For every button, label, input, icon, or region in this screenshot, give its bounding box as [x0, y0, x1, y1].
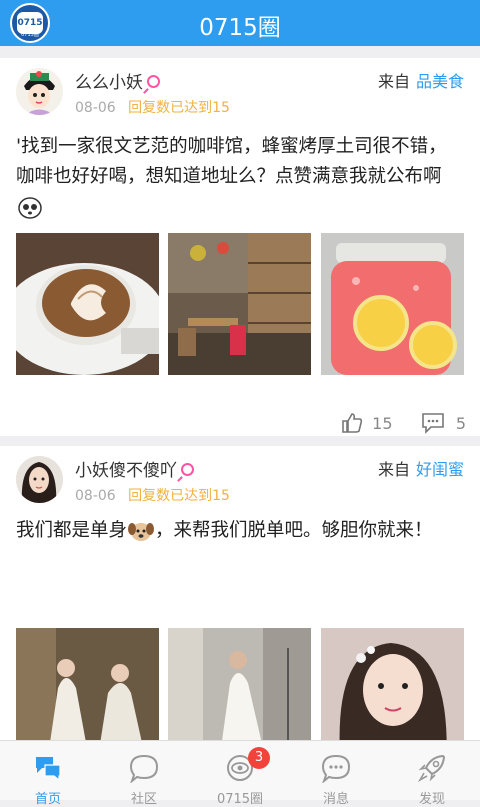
post-content: 我们都是单身 ，来帮我们脱单吧。够胆你就来！	[16, 516, 464, 546]
bottom-tab-bar: 首页 社区 3 0715圈 消息 发现	[0, 740, 480, 807]
from-label: 来自	[377, 460, 410, 479]
photo-grid	[16, 628, 464, 740]
like-count: 15	[372, 413, 393, 433]
post-divider	[0, 436, 480, 446]
chat-bubble-icon	[129, 754, 159, 783]
post-source: 来自 品美食	[378, 68, 464, 92]
username-text: 么么小妖	[75, 73, 143, 93]
post-card[interactable]: 么么小妖 08-06 回复数已达到15 来自 品美食 '找到一家很文艺范的咖啡馆，…	[0, 58, 480, 446]
post-text-part-2: ，来帮我们脱单吧。够胆你就来！	[155, 520, 433, 541]
feed[interactable]: 么么小妖 08-06 回复数已达到15 来自 品美食 '找到一家很文艺范的咖啡馆，…	[0, 46, 480, 740]
home-icon	[36, 757, 61, 782]
photo-wedding-dress-1[interactable]	[16, 628, 159, 740]
post-content: '找到一家很文艺范的咖啡馆，蜂蜜烤厚土司很不错，咖啡也好好喝，想知道地址么？点赞…	[16, 132, 464, 222]
tab-label: 社区	[130, 792, 157, 807]
comment-icon	[421, 413, 444, 434]
reply-status: 回复数已达到15	[128, 100, 230, 116]
post-date: 08-06	[75, 488, 116, 504]
tab-discover[interactable]: 发现	[384, 741, 480, 807]
post-text: '找到一家很文艺范的咖啡馆，蜂蜜烤厚土司很不错，咖啡也好好喝，想知道地址么？点赞…	[16, 136, 447, 187]
post-date: 08-06	[75, 100, 116, 116]
tab-home[interactable]: 首页	[0, 741, 96, 807]
username-text: 小妖傻不傻吖	[75, 461, 177, 481]
post-actions: 15 5	[341, 412, 466, 434]
post-meta: 08-06 回复数已达到15	[75, 97, 230, 117]
comment-button[interactable]: 5	[421, 412, 466, 434]
female-icon	[181, 462, 194, 476]
tab-messages[interactable]: 消息	[288, 741, 384, 807]
photo-lemon-drink[interactable]	[321, 233, 464, 375]
post-card[interactable]: 小妖傻不傻吖 08-06 回复数已达到15 来自 好闺蜜 我们都是单身 ，来帮我们脱…	[0, 446, 480, 740]
photo-wedding-dress-2[interactable]	[168, 628, 311, 740]
top-bar: 0715 0715圈 0715圈	[0, 0, 480, 46]
category-link[interactable]: 好闺蜜	[416, 460, 464, 479]
post-meta: 08-06 回复数已达到15	[75, 485, 230, 505]
female-icon	[147, 74, 160, 88]
tab-circle[interactable]: 3 0715圈	[192, 741, 288, 807]
tab-community[interactable]: 社区	[96, 741, 192, 807]
thumbs-up-icon	[342, 413, 363, 433]
page-title: 0715圈	[199, 15, 281, 41]
emoji-dog-icon	[128, 523, 155, 541]
tab-label: 消息	[322, 792, 349, 807]
tab-label: 发现	[418, 792, 445, 807]
tab-label: 首页	[34, 792, 61, 807]
post-text-part-1: 我们都是单身	[16, 520, 128, 541]
avatar[interactable]	[16, 456, 63, 503]
from-label: 来自	[377, 72, 410, 91]
like-button[interactable]: 15	[341, 412, 393, 434]
message-icon	[321, 754, 351, 783]
photo-portrait[interactable]	[321, 628, 464, 740]
comment-count: 5	[455, 413, 466, 433]
notification-badge: 3	[248, 747, 270, 769]
reply-status: 回复数已达到15	[128, 488, 230, 504]
tab-label: 0715圈	[216, 792, 264, 807]
username[interactable]: 小妖傻不傻吖	[75, 456, 194, 481]
avatar[interactable]	[16, 68, 63, 115]
post-source: 来自 好闺蜜	[378, 456, 464, 480]
photo-grid	[16, 233, 464, 375]
emoji-face-icon	[18, 197, 42, 219]
rocket-icon	[417, 754, 446, 783]
photo-coffee[interactable]	[16, 233, 159, 375]
category-link[interactable]: 品美食	[416, 72, 464, 91]
username[interactable]: 么么小妖	[75, 68, 160, 93]
photo-cafe-interior[interactable]	[168, 233, 311, 375]
